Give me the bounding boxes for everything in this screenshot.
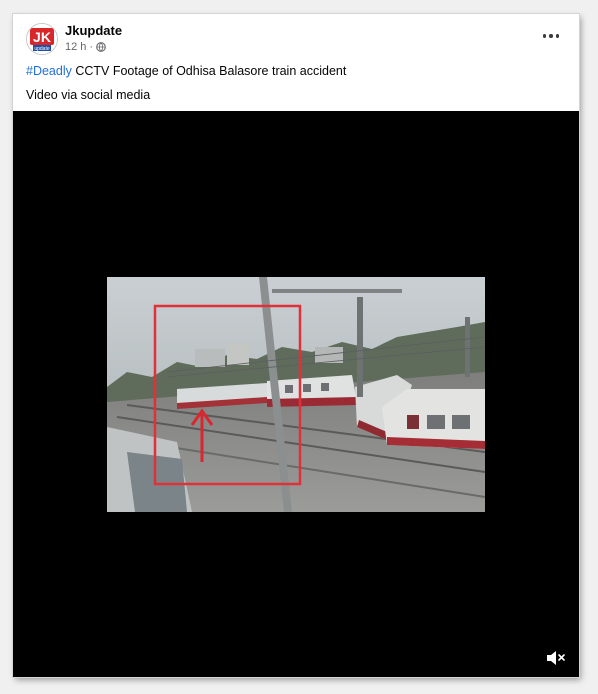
post-header: JK update Jkupdate 12 h · #Deadly CCTV F…: [13, 14, 579, 111]
avatar[interactable]: JK update: [26, 23, 58, 55]
globe-icon: [96, 42, 106, 52]
page-name[interactable]: Jkupdate: [65, 23, 122, 38]
post-headline: CCTV Footage of Odhisa Balasore train ac…: [71, 64, 347, 78]
meta-separator: ·: [89, 41, 94, 53]
more-options-icon: [542, 34, 547, 38]
post-time[interactable]: 12 h: [65, 41, 86, 53]
post-caption: Video via social media: [26, 88, 151, 102]
speaker-muted-icon[interactable]: [545, 649, 567, 667]
video-player[interactable]: [13, 111, 579, 677]
logo-sub: update: [34, 46, 50, 52]
more-options-button[interactable]: [539, 26, 563, 46]
jk-logo-icon: JK update: [27, 24, 57, 54]
post-meta: 12 h ·: [65, 41, 106, 53]
logo-letters: JK: [33, 29, 51, 45]
cctv-scene: [107, 277, 485, 512]
hashtag-link[interactable]: #Deadly: [26, 64, 72, 78]
video-frame: [107, 277, 485, 512]
post-card: JK update Jkupdate 12 h · #Deadly CCTV F…: [13, 14, 579, 677]
post-text-line-1: #Deadly CCTV Footage of Odhisa Balasore …: [26, 64, 346, 78]
